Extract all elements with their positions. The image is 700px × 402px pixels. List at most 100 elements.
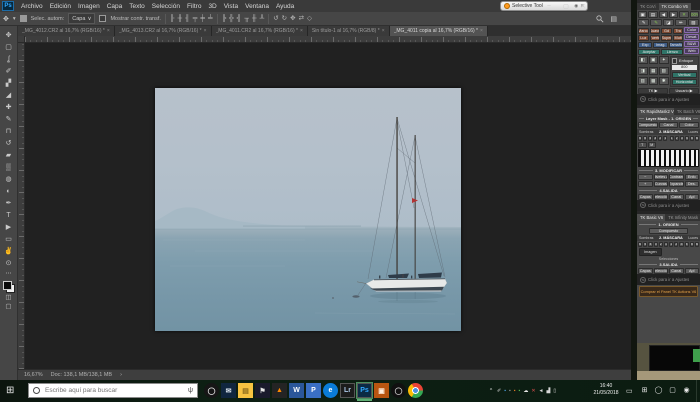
spot-healing-brush-tool[interactable]: ✚ [1,102,17,114]
menu-item[interactable]: Vista [224,3,238,10]
prev-image-icon[interactable]: ◀ [659,11,668,18]
close-tab-icon[interactable]: × [204,28,207,34]
history-brush-tool[interactable]: ↺ [1,138,17,150]
close-tab-icon[interactable]: × [382,28,385,34]
mask-level-button[interactable]: 4 [685,242,689,248]
vlc-tray-icon[interactable]: ▪ [514,387,516,395]
tk-note-text[interactable]: Click para ir a Ajustes [648,277,689,282]
distribute-bottom-icon[interactable]: ╣ [237,14,242,24]
mask-level-button[interactable]: 5 [690,136,694,142]
modify-button[interactable]: Des. [685,181,700,187]
microphone-icon[interactable]: ψ [188,387,193,394]
zoom-level-field[interactable]: 16,67% [24,372,43,378]
cloud-tray-icon[interactable]: ☁ [523,387,528,395]
auto-select-checkbox[interactable] [20,15,27,22]
align-bottom-icon[interactable]: ╧ [208,14,213,24]
output-button[interactable]: Apl [685,268,700,274]
align-top-icon[interactable]: ╤ [193,14,198,24]
image-source-button[interactable]: Imagen [639,248,662,256]
shadows-label[interactable]: Sombras [639,236,653,240]
close-tab-icon[interactable]: × [107,28,110,34]
auto-select-dropdown[interactable]: Capa ∨ [68,13,95,24]
mask-level-button[interactable]: 3 [653,136,657,142]
action-center-icon[interactable]: ▭ [626,387,633,395]
foreground-color-swatch[interactable] [3,281,12,290]
square-tray-icon[interactable]: ▢ [668,384,677,398]
combo-side-button[interactable]: Web [684,48,699,54]
combo-confirm-button[interactable]: Aceptar [638,49,660,55]
sharpen-checkbox[interactable] [672,58,678,64]
brush-icon[interactable]: ✎ [638,19,649,26]
3d-rotate-icon[interactable]: ↺ [273,14,278,24]
mask-level-button[interactable]: 6 [695,136,699,142]
mask-mode-button[interactable]: T [638,142,647,148]
file-explorer-icon[interactable]: ▤ [238,383,253,398]
photo-document[interactable] [155,88,461,331]
store-icon[interactable]: ⚑ [255,383,270,398]
modify-button[interactable]: Enfo [685,174,700,180]
distribute-left-icon[interactable]: ╥ [244,14,249,24]
eraser-tool[interactable]: ▰ [1,150,17,162]
lightroom-icon[interactable]: Lr [340,383,355,398]
mask-level-button[interactable]: 4 [648,136,652,142]
source-button[interactable]: Compuesto [638,122,658,128]
menu-item[interactable]: Selección [152,3,180,10]
buy-panel-button[interactable]: Comprar el Panel TK Actions V6 [639,286,698,297]
distribute-center-icon[interactable]: ╫ [252,14,257,24]
menu-item[interactable]: Ayuda [276,3,294,10]
tool-caret-icon[interactable]: ▾ [13,16,16,22]
mask-level-button[interactable]: 2 [674,242,678,248]
mask-level-button[interactable]: 3 [654,242,658,248]
brush-new-icon[interactable]: ✎ [650,19,661,26]
output-button[interactable]: Canal [669,268,684,274]
document-icon[interactable]: ▤ [648,11,657,18]
app-tray-icon[interactable]: ▪ [509,387,511,395]
lights-label[interactable]: Luces [688,130,698,134]
distribute-middle-icon[interactable]: ╬ [229,14,234,24]
close-tab-icon[interactable]: × [300,28,303,34]
mask-level-button[interactable]: 2 [659,242,663,248]
source-button[interactable]: Canal [659,122,679,128]
search-icon[interactable] [596,15,604,23]
status-options-arrow[interactable]: › [120,372,122,378]
combo-action-button[interactable]: Super [661,35,672,41]
source-button[interactable]: Color [679,122,699,128]
combo-side-button[interactable]: Color [684,27,699,33]
combo-action-button[interactable]: Suave [650,28,661,34]
hand-tool[interactable]: ✌ [1,246,17,258]
mask-level-button[interactable]: 1 [669,242,673,248]
combo-export-button[interactable]: Tamaño [669,42,683,48]
tk-note-text[interactable]: Click para ir a Ajustes [648,97,689,102]
sharpen-direction-button[interactable]: Horizontal [672,79,697,85]
word-icon[interactable]: W [289,383,304,398]
camera-tray-icon[interactable]: ◉ [682,384,691,398]
combo-confirm-button[interactable]: Lienzo [661,49,683,55]
document-tab[interactable]: Sin título-1 al 16,7% (RGB/8) * × [308,26,390,36]
menu-item[interactable]: Imagen [78,3,100,10]
output-button[interactable]: Selección [654,194,669,200]
copy-icon[interactable]: ▥ [638,77,648,85]
gradient-tool[interactable]: ▒ [1,162,17,174]
minimize-button[interactable]: – [545,3,553,9]
tab-tk-combo[interactable]: TK Combo V6 [659,3,691,10]
mail-icon[interactable]: ✉ [221,383,236,398]
mask-level-button[interactable]: 1 [663,136,667,142]
sharpen-amount-field[interactable]: 800 [672,65,697,70]
mask-level-button[interactable]: 6 [638,136,642,142]
mask-level-button[interactable]: 5 [643,242,647,248]
menu-item[interactable]: Ventana [245,3,269,10]
modify-button[interactable]: Curvas [654,181,669,187]
3d-drag-icon[interactable]: ✥ [290,14,295,24]
combo-action-button[interactable]: Gd [661,28,672,34]
clone-stamp-tool[interactable]: ⊓ [1,126,17,138]
mask-level-button[interactable]: 2 [675,136,679,142]
menu-item[interactable]: 3D [208,3,216,10]
menu-item[interactable]: Archivo [21,3,43,10]
pattern-icon[interactable]: ▧ [688,19,699,26]
align-left-icon[interactable]: ╟ [170,14,175,24]
output-button[interactable]: Apl [685,194,700,200]
menu-item[interactable]: Texto [129,3,145,10]
quick-selection-tool[interactable]: ✐ [1,66,17,78]
mask-level-button[interactable]: 5 [643,136,647,142]
combo-export-button[interactable]: Exp [638,42,652,48]
